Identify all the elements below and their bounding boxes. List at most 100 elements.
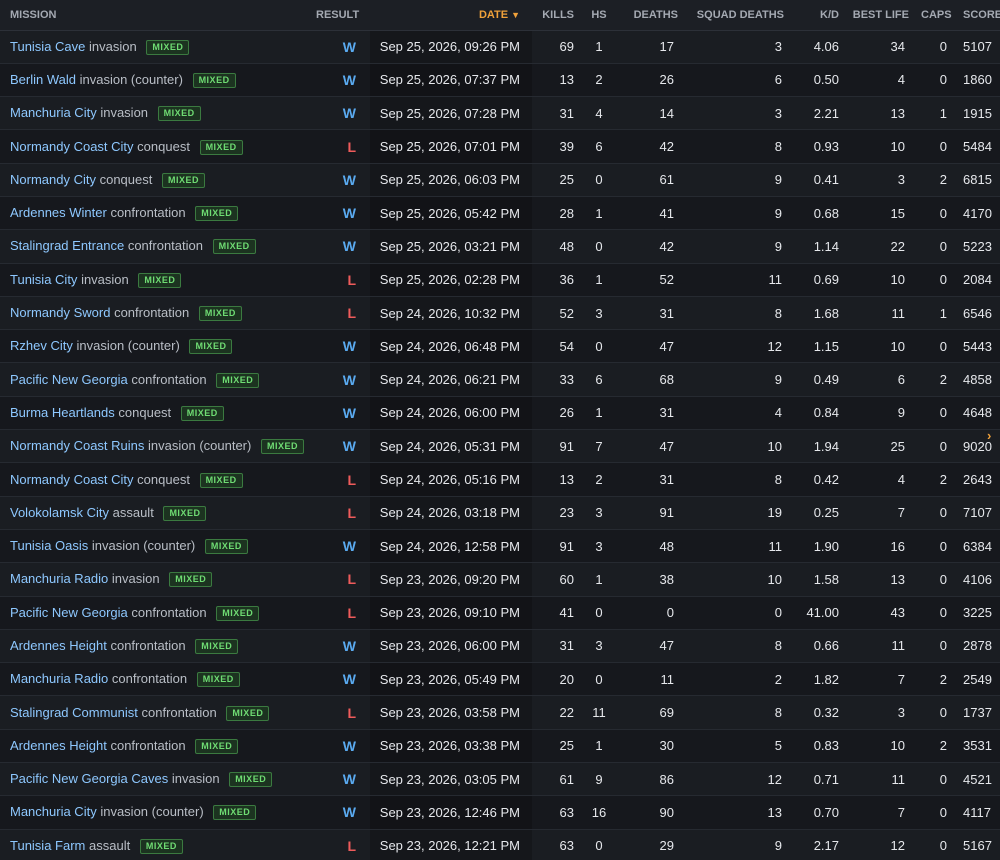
map-link[interactable]: Normandy Coast City [10, 139, 134, 154]
map-link[interactable]: Volokolamsk City [10, 505, 109, 520]
table-row[interactable]: Normandy Sword confrontation MIXED L Sep… [0, 296, 1000, 330]
date-cell: Sep 24, 2026, 10:32 PM [370, 296, 532, 330]
kd-cell: 0.32 [813, 705, 839, 721]
deaths-cell: 42 [659, 139, 674, 155]
map-link[interactable]: Manchuria City [10, 804, 97, 819]
mission-cell: Normandy Coast Ruins invasion (counter) … [0, 430, 310, 463]
column-header-date[interactable]: DATE ▼ [370, 0, 532, 31]
best-life-cell: 11 [891, 305, 906, 321]
scroll-right-icon[interactable]: › [987, 428, 991, 443]
table-row[interactable]: Normandy Coast City conquest MIXED L Sep… [0, 462, 1000, 497]
map-link[interactable]: Normandy City [10, 172, 96, 187]
squad-deaths-cell: 12 [767, 771, 782, 787]
table-row[interactable]: Rzhev City invasion (counter) MIXED W Se… [0, 329, 1000, 363]
map-link[interactable]: Ardennes Height [10, 738, 107, 753]
table-row[interactable]: Tunisia Farm assault MIXED L Sep 23, 202… [0, 829, 1000, 860]
date-cell: Sep 23, 2026, 03:05 PM [370, 762, 532, 796]
table-row[interactable]: Manchuria Radio invasion MIXED L Sep 23,… [0, 562, 1000, 597]
best-life-cell: 10 [890, 139, 905, 155]
kills-cell: 22 [559, 705, 574, 721]
mixed-badge: MIXED [157, 106, 201, 122]
map-link[interactable]: Pacific New Georgia [10, 605, 128, 620]
map-link[interactable]: Normandy Coast City [10, 472, 134, 487]
caps-cell: 0 [939, 605, 947, 621]
table-row[interactable]: Normandy City conquest MIXED W Sep 25, 2… [0, 163, 1000, 197]
score-cell: 4117 [963, 804, 991, 820]
best-life-cell: 11 [891, 638, 906, 654]
deaths-cell: 47 [659, 638, 674, 654]
table-row[interactable]: Berlin Wald invasion (counter) MIXED W S… [0, 63, 1000, 97]
best-life-cell: 22 [890, 238, 905, 254]
table-row[interactable]: Pacific New Georgia confrontation MIXED … [0, 596, 1000, 630]
game-mode: invasion (counter) [76, 338, 180, 354]
mission-cell: Manchuria Radio confrontation MIXED [0, 663, 310, 696]
map-link[interactable]: Tunisia Cave [10, 39, 85, 54]
mission-cell: Tunisia Cave invasion MIXED [0, 30, 310, 63]
column-header-caps[interactable]: CAPS [915, 0, 957, 31]
map-link[interactable]: Berlin Wald [10, 72, 76, 87]
map-link[interactable]: Tunisia Oasis [10, 538, 88, 553]
column-header-score[interactable]: SCORE [957, 0, 1000, 31]
result-cell: L [347, 305, 356, 322]
column-header-mission[interactable]: MISSION [0, 0, 310, 31]
column-header-hs[interactable]: HS [580, 0, 618, 31]
map-link[interactable]: Normandy Coast Ruins [10, 438, 144, 453]
column-header-deaths[interactable]: DEATHS [618, 0, 684, 31]
deaths-cell: 31 [659, 305, 674, 321]
table-row[interactable]: Tunisia Oasis invasion (counter) MIXED W… [0, 529, 1000, 563]
date-cell: Sep 24, 2026, 05:31 PM [370, 429, 532, 463]
map-link[interactable]: Rzhev City [10, 338, 73, 353]
map-link[interactable]: Burma Heartlands [10, 405, 115, 420]
score-cell: 2643 [963, 472, 992, 487]
table-row[interactable]: Volokolamsk City assault MIXED L Sep 24,… [0, 496, 1000, 530]
table-row[interactable]: Ardennes Height confrontation MIXED W Se… [0, 629, 1000, 663]
map-link[interactable]: Normandy Sword [10, 305, 110, 320]
best-life-cell: 4 [897, 472, 905, 487]
column-header-best-life[interactable]: BEST LIFE [845, 0, 915, 31]
best-life-cell: 9 [897, 405, 905, 421]
column-header-kd[interactable]: K/D [790, 0, 845, 31]
kd-cell: 0.66 [813, 638, 839, 654]
column-header-squad-deaths[interactable]: SQUAD DEATHS [684, 0, 790, 31]
table-row[interactable]: Pacific New Georgia confrontation MIXED … [0, 362, 1000, 397]
caps-cell: 0 [939, 638, 947, 654]
table-row[interactable]: Pacific New Georgia Caves invasion MIXED… [0, 762, 1000, 796]
kd-cell: 0.41 [813, 172, 839, 188]
result-cell: W [342, 371, 356, 388]
caps-cell: 0 [939, 438, 947, 454]
result-cell: L [347, 704, 356, 721]
table-row[interactable]: Normandy Coast Ruins invasion (counter) … [0, 429, 1000, 463]
kills-cell: 41 [559, 605, 574, 621]
column-header-result[interactable]: RESULT [310, 0, 370, 31]
hs-cell: 4 [595, 105, 603, 121]
table-row[interactable]: Manchuria City invasion (counter) MIXED … [0, 795, 1000, 830]
table-row[interactable]: Stalingrad Communist confrontation MIXED… [0, 695, 1000, 730]
kills-cell: 31 [559, 638, 574, 654]
table-row[interactable]: Manchuria City invasion MIXED W Sep 25, … [0, 96, 1000, 130]
map-link[interactable]: Manchuria Radio [10, 571, 108, 586]
best-life-cell: 6 [897, 372, 905, 388]
map-link[interactable]: Ardennes Winter [10, 205, 107, 220]
map-link[interactable]: Pacific New Georgia Caves [10, 771, 168, 786]
table-row[interactable]: Manchuria Radio confrontation MIXED W Se… [0, 662, 1000, 696]
kills-cell: 91 [559, 538, 574, 554]
column-header-kills[interactable]: KILLS [532, 0, 580, 31]
table-row[interactable]: Normandy Coast City conquest MIXED L Sep… [0, 129, 1000, 164]
map-link[interactable]: Manchuria Radio [10, 671, 108, 686]
table-row[interactable]: Ardennes Height confrontation MIXED W Se… [0, 729, 1000, 763]
caps-cell: 2 [939, 372, 947, 388]
table-row[interactable]: Burma Heartlands conquest MIXED W Sep 24… [0, 396, 1000, 430]
kills-cell: 13 [559, 72, 574, 88]
map-link[interactable]: Ardennes Height [10, 638, 107, 653]
map-link[interactable]: Stalingrad Entrance [10, 238, 124, 253]
table-row[interactable]: Ardennes Winter confrontation MIXED W Se… [0, 196, 1000, 230]
map-link[interactable]: Tunisia Farm [10, 838, 85, 853]
table-row[interactable]: Stalingrad Entrance confrontation MIXED … [0, 229, 1000, 264]
result-cell: L [347, 471, 356, 488]
map-link[interactable]: Stalingrad Communist [10, 705, 138, 720]
table-row[interactable]: Tunisia Cave invasion MIXED W Sep 25, 20… [0, 30, 1000, 64]
map-link[interactable]: Manchuria City [10, 105, 97, 120]
map-link[interactable]: Tunisia City [10, 272, 77, 287]
map-link[interactable]: Pacific New Georgia [10, 372, 128, 387]
table-row[interactable]: Tunisia City invasion MIXED L Sep 25, 20… [0, 263, 1000, 297]
